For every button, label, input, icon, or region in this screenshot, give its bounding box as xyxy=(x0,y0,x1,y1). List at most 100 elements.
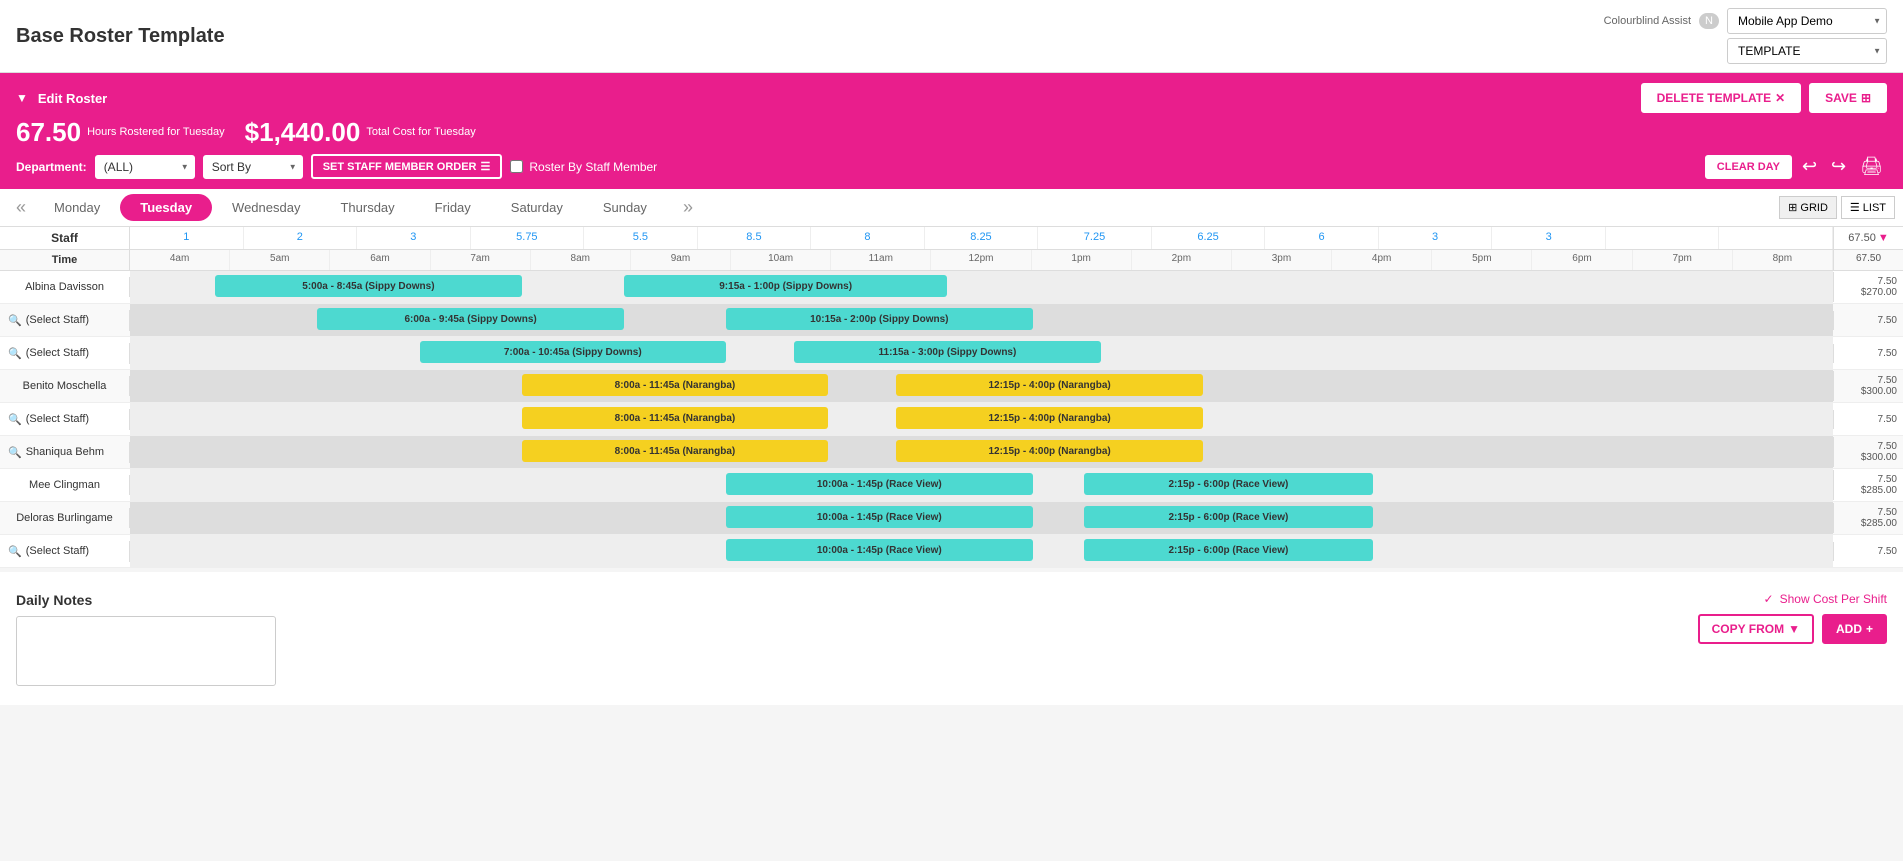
shift-block[interactable]: 5:00a - 8:45a (Sippy Downs) xyxy=(215,275,522,297)
search-icon[interactable]: 🔍 xyxy=(8,314,22,327)
undo-button[interactable]: ↩ xyxy=(1798,154,1821,179)
shift-block[interactable]: 8:00a - 11:45a (Narangba) xyxy=(522,374,829,396)
time-labels-row: Time 4am 5am 6am 7am 8am 9am 10am 11am 1… xyxy=(0,250,1903,271)
timeline-select4[interactable]: 10:00a - 1:45p (Race View) 2:15p - 6:00p… xyxy=(130,535,1833,567)
top-right-controls: Colourblind Assist N Mobile App Demo TEM… xyxy=(1604,8,1887,64)
view-toggle: ⊞ GRID ☰ LIST xyxy=(1779,196,1895,219)
staff-name-shaniqua: 🔍 Shaniqua Behm xyxy=(0,442,130,463)
colorblind-toggle[interactable]: N xyxy=(1699,13,1719,29)
day-tab-thursday[interactable]: Thursday xyxy=(320,194,414,221)
staff-name-albina: Albina Davisson xyxy=(0,277,130,297)
table-row: Deloras Burlingame 10:00a - 1:45p (Race … xyxy=(0,502,1903,535)
col-num-14 xyxy=(1606,227,1720,249)
template-dropdown[interactable]: TEMPLATE xyxy=(1727,38,1887,64)
top-header: Base Roster Template Colourblind Assist … xyxy=(0,0,1903,73)
banner-title-row: ▼ Edit Roster xyxy=(16,91,107,106)
total-select1: 7.50 xyxy=(1833,311,1903,330)
total-albina: 7.50$270.00 xyxy=(1833,272,1903,302)
shift-block[interactable]: 7:00a - 10:45a (Sippy Downs) xyxy=(420,341,727,363)
timeline-select2[interactable]: 7:00a - 10:45a (Sippy Downs) 11:15a - 3:… xyxy=(130,337,1833,369)
shift-block[interactable]: 12:15p - 4:00p (Narangba) xyxy=(896,407,1203,429)
sort-dropdown[interactable]: Sort By xyxy=(203,155,303,179)
redo-button[interactable]: ↪ xyxy=(1827,154,1850,179)
day-tab-saturday[interactable]: Saturday xyxy=(491,194,583,221)
roster-by-staff-input[interactable] xyxy=(510,160,523,173)
delete-template-button[interactable]: DELETE TEMPLATE ✕ xyxy=(1641,83,1802,113)
save-button[interactable]: SAVE ⊞ xyxy=(1809,83,1887,113)
total-deloras: 7.50$285.00 xyxy=(1833,503,1903,533)
banner-stats-row: 67.50 Hours Rostered for Tuesday $1,440.… xyxy=(16,117,1887,148)
shift-block[interactable]: 10:00a - 1:45p (Race View) xyxy=(726,506,1033,528)
table-row: Albina Davisson 5:00a - 8:45a (Sippy Dow… xyxy=(0,271,1903,304)
banner-right-controls: CLEAR DAY ↩ ↪ 🖨 xyxy=(1705,154,1887,179)
banner-buttons: DELETE TEMPLATE ✕ SAVE ⊞ xyxy=(1641,83,1887,113)
day-tab-friday[interactable]: Friday xyxy=(415,194,491,221)
col-num-11: 6 xyxy=(1265,227,1379,249)
time-4am: 4am xyxy=(130,250,230,270)
timeline-albina[interactable]: 5:00a - 8:45a (Sippy Downs) 9:15a - 1:00… xyxy=(130,271,1833,303)
print-button[interactable]: 🖨 xyxy=(1856,154,1887,179)
day-tab-sunday[interactable]: Sunday xyxy=(583,194,667,221)
clear-day-button[interactable]: CLEAR DAY xyxy=(1705,155,1792,179)
staff-name-mee: Mee Clingman xyxy=(0,475,130,495)
time-4pm: 4pm xyxy=(1332,250,1432,270)
search-icon[interactable]: 🔍 xyxy=(8,347,22,360)
next-week-button[interactable]: » xyxy=(675,193,701,222)
grid-view-button[interactable]: ⊞ GRID xyxy=(1779,196,1837,219)
col-num-15 xyxy=(1719,227,1833,249)
shift-block[interactable]: 12:15p - 4:00p (Narangba) xyxy=(896,374,1203,396)
shift-block[interactable]: 2:15p - 6:00p (Race View) xyxy=(1084,506,1374,528)
shift-block[interactable]: 2:15p - 6:00p (Race View) xyxy=(1084,473,1374,495)
department-dropdown-wrapper: (ALL) xyxy=(95,155,195,179)
shift-block[interactable]: 10:15a - 2:00p (Sippy Downs) xyxy=(726,308,1033,330)
shift-block[interactable]: 10:00a - 1:45p (Race View) xyxy=(726,539,1033,561)
search-icon[interactable]: 🔍 xyxy=(8,446,22,459)
list-icon: ☰ xyxy=(1850,201,1860,214)
prev-week-button[interactable]: « xyxy=(8,193,34,222)
day-navigation: « Monday Tuesday Wednesday Thursday Frid… xyxy=(0,189,1903,227)
time-8am: 8am xyxy=(531,250,631,270)
timeline-select3[interactable]: 8:00a - 11:45a (Narangba) 12:15p - 4:00p… xyxy=(130,403,1833,435)
shift-block[interactable]: 8:00a - 11:45a (Narangba) xyxy=(522,440,829,462)
copy-from-button[interactable]: COPY FROM ▼ xyxy=(1698,614,1814,644)
search-icon[interactable]: 🔍 xyxy=(8,545,22,558)
shift-block[interactable]: 8:00a - 11:45a (Narangba) xyxy=(522,407,829,429)
daily-notes-textarea[interactable] xyxy=(16,616,276,686)
shift-block[interactable]: 12:15p - 4:00p (Narangba) xyxy=(896,440,1203,462)
banner-top: ▼ Edit Roster DELETE TEMPLATE ✕ SAVE ⊞ xyxy=(16,83,1887,113)
timeline-mee[interactable]: 10:00a - 1:45p (Race View) 2:15p - 6:00p… xyxy=(130,469,1833,501)
day-tab-tuesday[interactable]: Tuesday xyxy=(120,194,212,221)
shift-block[interactable]: 10:00a - 1:45p (Race View) xyxy=(726,473,1033,495)
shift-block[interactable]: 6:00a - 9:45a (Sippy Downs) xyxy=(317,308,624,330)
timeline-deloras[interactable]: 10:00a - 1:45p (Race View) 2:15p - 6:00p… xyxy=(130,502,1833,534)
search-icon[interactable]: 🔍 xyxy=(8,413,22,426)
col-num-12: 3 xyxy=(1379,227,1493,249)
set-staff-order-button[interactable]: SET STAFF MEMBER ORDER ☰ xyxy=(311,154,503,179)
department-dropdown[interactable]: (ALL) xyxy=(95,155,195,179)
time-11am: 11am xyxy=(831,250,931,270)
table-row: Benito Moschella 8:00a - 11:45a (Narangb… xyxy=(0,370,1903,403)
roster-by-staff-checkbox[interactable]: Roster By Staff Member xyxy=(510,160,657,174)
shift-block[interactable]: 9:15a - 1:00p (Sippy Downs) xyxy=(624,275,948,297)
sort-dropdown-wrapper: Sort By xyxy=(203,155,303,179)
timeline-benito[interactable]: 8:00a - 11:45a (Narangba) 12:15p - 4:00p… xyxy=(130,370,1833,402)
col-num-3: 3 xyxy=(357,227,471,249)
app-dropdown[interactable]: Mobile App Demo xyxy=(1727,8,1887,34)
day-tab-monday[interactable]: Monday xyxy=(34,194,120,221)
hours-value: 67.50 xyxy=(16,117,81,148)
time-col-header: Time xyxy=(0,250,130,270)
daily-notes-section: Daily Notes xyxy=(16,592,276,689)
table-row: 🔍 (Select Staff) 10:00a - 1:45p (Race Vi… xyxy=(0,535,1903,568)
timeline-select1[interactable]: 6:00a - 9:45a (Sippy Downs) 10:15a - 2:0… xyxy=(130,304,1833,336)
add-button[interactable]: ADD + xyxy=(1822,614,1887,644)
day-tab-wednesday[interactable]: Wednesday xyxy=(212,194,320,221)
show-cost-row: ✓ Show Cost Per Shift xyxy=(1764,592,1887,606)
timeline-shaniqua[interactable]: 8:00a - 11:45a (Narangba) 12:15p - 4:00p… xyxy=(130,436,1833,468)
app-dropdown-wrapper: Mobile App Demo xyxy=(1727,8,1887,34)
total-benito: 7.50$300.00 xyxy=(1833,371,1903,401)
edit-roster-label: Edit Roster xyxy=(38,91,107,106)
shift-block[interactable]: 11:15a - 3:00p (Sippy Downs) xyxy=(794,341,1101,363)
list-view-button[interactable]: ☰ LIST xyxy=(1841,196,1895,219)
col-numbers: 1 2 3 5.75 5.5 8.5 8 8.25 7.25 6.25 6 3 … xyxy=(130,227,1833,249)
shift-block[interactable]: 2:15p - 6:00p (Race View) xyxy=(1084,539,1374,561)
